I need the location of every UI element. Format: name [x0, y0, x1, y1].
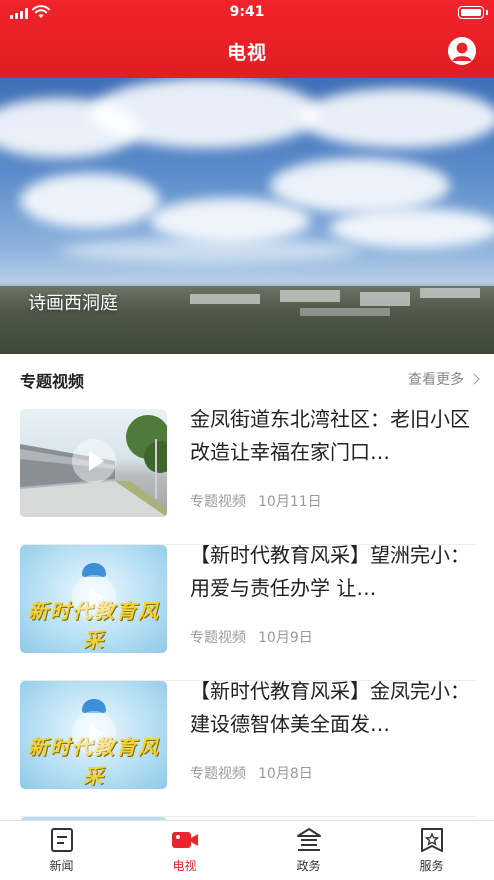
hero-banner[interactable]: 诗画西洞庭 [0, 78, 494, 354]
tab-label: 服务 [419, 859, 444, 873]
tv-camera-icon [171, 832, 198, 848]
video-date: 10月9日 [258, 630, 313, 646]
tab-government[interactable]: 政务 [247, 827, 370, 874]
video-thumbnail [20, 409, 167, 517]
video-meta: 专题视频 10月11日 [190, 491, 322, 511]
video-list-item[interactable]: 新时代教育风采 【新时代教育风采】望洲完小：用爱与责任办学 让… 专题视频 10月… [20, 543, 475, 681]
status-bar: 9:41 [0, 0, 494, 26]
video-category: 专题视频 [190, 630, 246, 646]
battery-icon [458, 6, 488, 19]
hero-caption: 诗画西洞庭 [28, 293, 118, 314]
see-more-label: 查看更多 [408, 372, 464, 388]
video-list-item[interactable]: 新时代教育风采 【新时代教育风采】金凤完小：建设德智体美全面发… 专题视频 10月… [20, 679, 475, 817]
video-date: 10月11日 [258, 494, 322, 510]
video-title: 【新时代教育风采】金凤完小：建设德智体美全面发… [190, 679, 470, 736]
status-time: 9:41 [229, 4, 265, 20]
news-icon [50, 828, 73, 852]
video-meta: 专题视频 10月9日 [190, 627, 313, 647]
play-icon [72, 575, 116, 619]
play-icon [72, 711, 116, 755]
chevron-right-icon [468, 373, 480, 385]
page-title: 电视 [226, 42, 267, 64]
video-category: 专题视频 [190, 494, 246, 510]
tab-service[interactable]: 服务 [370, 827, 493, 874]
video-meta: 专题视频 10月8日 [190, 763, 313, 783]
see-more-link[interactable]: 查看更多 [408, 369, 480, 389]
video-thumbnail: 新时代教育风采 [20, 545, 167, 653]
service-icon [420, 828, 443, 852]
section-title: 专题视频 [20, 372, 85, 391]
video-category: 专题视频 [190, 766, 246, 782]
bottom-tab-bar: 新闻 电视 政务 服务 [0, 820, 494, 880]
user-avatar-icon[interactable] [448, 37, 476, 65]
video-thumbnail: 新时代教育风采 [20, 681, 167, 789]
tab-label: 电视 [172, 859, 197, 873]
tab-tv[interactable]: 电视 [123, 827, 246, 874]
video-title: 【新时代教育风采】望洲完小：用爱与责任办学 让… [190, 543, 470, 600]
play-icon [72, 439, 116, 483]
video-title: 金凤街道东北湾社区：老旧小区改造让幸福在家门口… [190, 407, 470, 464]
tab-news[interactable]: 新闻 [0, 827, 123, 874]
government-icon [296, 828, 321, 851]
video-list-item[interactable]: 金凤街道东北湾社区：老旧小区改造让幸福在家门口… 专题视频 10月11日 [20, 407, 475, 545]
tab-label: 新闻 [49, 859, 74, 873]
tab-label: 政务 [296, 859, 321, 873]
video-date: 10月8日 [258, 766, 313, 782]
app-header: 9:41 电视 [0, 0, 494, 78]
